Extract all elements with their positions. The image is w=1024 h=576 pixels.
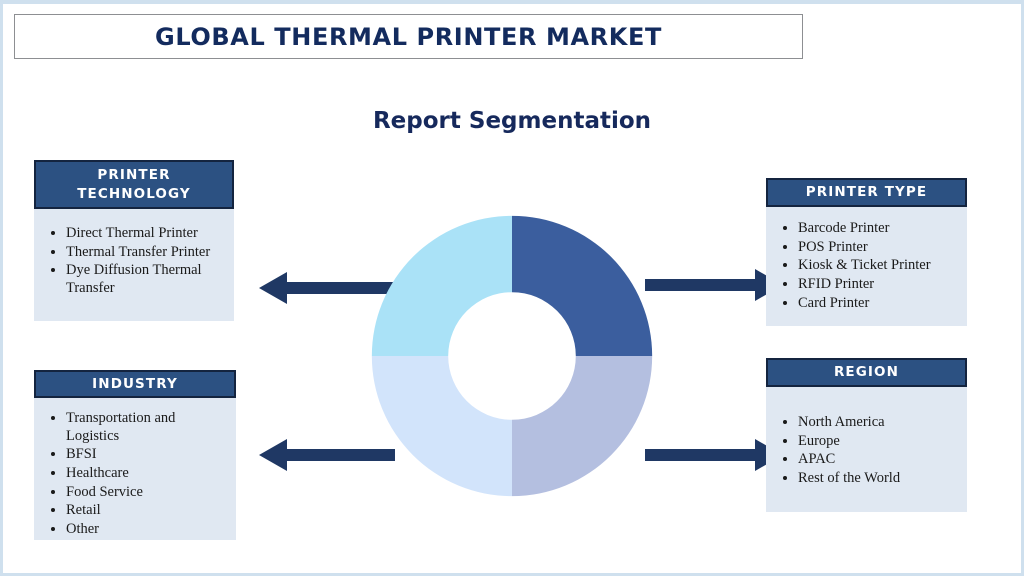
segment-title-printer-type: PRINTER TYPE — [766, 178, 967, 207]
donut-chart — [371, 215, 653, 497]
list-item: RFID Printer — [798, 276, 957, 294]
infographic-canvas: GLOBAL THERMAL PRINTER MARKET Report Seg… — [0, 0, 1024, 576]
segment-card-printer-technology: PRINTER TECHNOLOGY Direct Thermal Printe… — [34, 160, 234, 321]
list-item: Dye Diffusion Thermal Transfer — [66, 262, 224, 297]
list-item: APAC — [798, 451, 957, 469]
segment-card-printer-type: PRINTER TYPE Barcode Printer POS Printer… — [766, 178, 967, 326]
segment-list-industry: Transportation and Logistics BFSI Health… — [44, 410, 226, 539]
segment-body-industry: Transportation and Logistics BFSI Health… — [34, 398, 236, 540]
list-item: POS Printer — [798, 239, 957, 257]
segment-title-printer-technology: PRINTER TECHNOLOGY — [34, 160, 234, 209]
list-item: Transportation and Logistics — [66, 410, 226, 445]
segment-list-region: North America Europe APAC Rest of the Wo… — [776, 414, 957, 488]
list-item: Card Printer — [798, 295, 957, 313]
segment-card-industry: INDUSTRY Transportation and Logistics BF… — [34, 370, 236, 540]
donut-slice-industry — [371, 356, 512, 497]
segment-title-industry: INDUSTRY — [34, 370, 236, 398]
list-item: Europe — [798, 433, 957, 451]
segment-body-region: North America Europe APAC Rest of the Wo… — [766, 387, 967, 512]
list-item: Barcode Printer — [798, 220, 957, 238]
list-item: Rest of the World — [798, 470, 957, 488]
segment-list-printer-type: Barcode Printer POS Printer Kiosk & Tick… — [776, 220, 957, 312]
donut-slice-printer-technology — [371, 215, 512, 356]
donut-slice-printer-type — [512, 215, 653, 356]
segment-list-printer-technology: Direct Thermal Printer Thermal Transfer … — [44, 225, 224, 298]
list-item: Other — [66, 521, 226, 539]
segment-title-region: REGION — [766, 358, 967, 387]
segment-body-printer-technology: Direct Thermal Printer Thermal Transfer … — [34, 209, 234, 321]
segment-body-printer-type: Barcode Printer POS Printer Kiosk & Tick… — [766, 207, 967, 326]
segment-card-region: REGION North America Europe APAC Rest of… — [766, 358, 967, 512]
list-item: Food Service — [66, 484, 226, 502]
subtitle: Report Segmentation — [372, 108, 652, 134]
list-item: Thermal Transfer Printer — [66, 244, 224, 262]
list-item: BFSI — [66, 446, 226, 464]
title-box: GLOBAL THERMAL PRINTER MARKET — [14, 14, 803, 59]
donut-slice-region — [512, 356, 653, 497]
list-item: North America — [798, 414, 957, 432]
list-item: Healthcare — [66, 465, 226, 483]
list-item: Direct Thermal Printer — [66, 225, 224, 243]
page-title: GLOBAL THERMAL PRINTER MARKET — [155, 22, 662, 51]
list-item: Retail — [66, 502, 226, 520]
list-item: Kiosk & Ticket Printer — [798, 257, 957, 275]
